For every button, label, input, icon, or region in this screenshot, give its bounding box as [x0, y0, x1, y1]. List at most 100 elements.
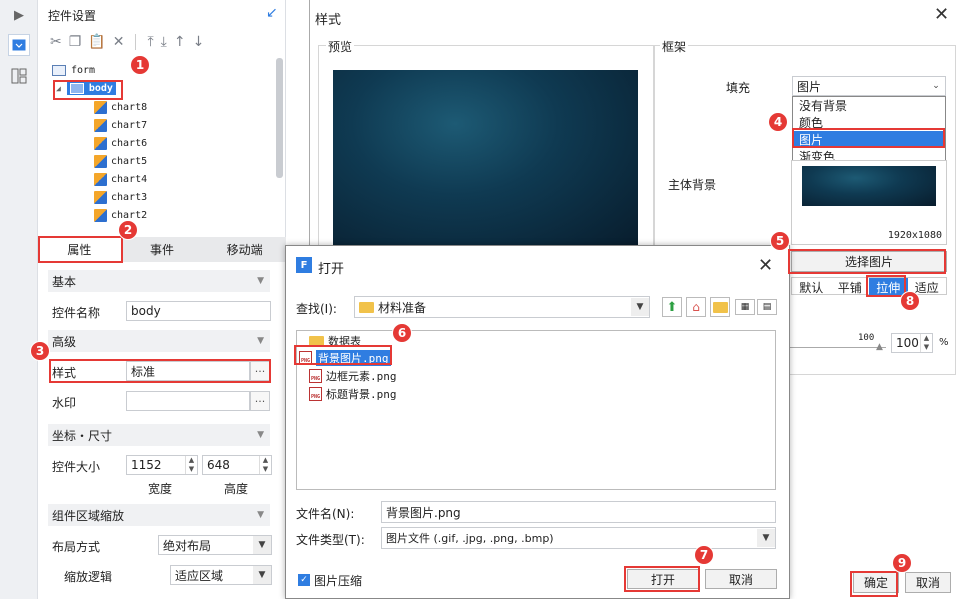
tree-item-chart5[interactable]: chart5 — [94, 152, 147, 170]
highlight-stretch — [866, 275, 906, 297]
watermark-label: 水印 — [52, 396, 77, 410]
move-top-icon[interactable]: ⤒ — [147, 34, 153, 50]
open-dialog-title: 打开 — [318, 262, 345, 277]
stepper-arrows-icon[interactable]: ▲ ▼ — [259, 456, 271, 474]
tree-scrollbar[interactable] — [276, 58, 283, 178]
look-in-select[interactable]: 材料准备 ▼ — [354, 296, 650, 318]
filetype-label: 文件类型(T): — [296, 533, 365, 547]
chart-icon — [94, 118, 107, 132]
list-view-icon[interactable]: ▦ — [735, 299, 755, 315]
new-folder-glyph — [712, 301, 728, 313]
layout-glyph — [11, 68, 27, 84]
tree-item-label: chart3 — [111, 191, 148, 203]
chevron-right-icon[interactable]: ▶ — [8, 4, 30, 26]
mode-default[interactable]: 默认 — [792, 278, 831, 296]
file-item[interactable]: PNG 边框元素.png — [309, 368, 397, 384]
highlight-body — [53, 80, 123, 100]
png-file-icon: PNG — [309, 387, 322, 401]
opacity-stepper[interactable]: 100 ▲ ▼ — [891, 333, 933, 353]
zoom-logic-label: 缩放逻辑 — [64, 570, 113, 584]
paste-icon[interactable]: 📋 — [88, 34, 105, 50]
chevron-down-icon: ▼ — [257, 276, 264, 286]
section-zoom[interactable]: 组件区域缩放 ▼ — [48, 504, 270, 526]
opacity-value: 100 — [896, 336, 919, 350]
height-value: 648 — [207, 458, 230, 472]
up-folder-icon[interactable]: ⬆ — [662, 297, 682, 317]
zoom-logic-value: 适应区域 — [175, 568, 224, 583]
filename-input[interactable]: 背景图片.png — [381, 501, 776, 523]
close-icon[interactable]: ✕ — [758, 255, 773, 276]
file-item[interactable]: PNG 标题背景.png — [309, 386, 397, 402]
tab-events[interactable]: 事件 — [121, 237, 204, 262]
highlight-properties-tab — [38, 236, 123, 263]
watermark-more-button[interactable]: ··· — [250, 391, 270, 411]
delete-icon[interactable]: ✕ — [113, 34, 125, 50]
opacity-slider-track[interactable] — [790, 347, 886, 348]
tree-item-chart8[interactable]: chart8 — [94, 98, 147, 116]
section-title: 组件区域缩放 — [52, 508, 125, 523]
close-icon[interactable]: ✕ — [934, 4, 949, 25]
tree-item-form[interactable]: form — [52, 61, 95, 79]
chart-icon — [94, 136, 107, 150]
zoom-logic-select[interactable]: 适应区域 ▼ — [170, 565, 272, 585]
fill-option-none[interactable]: 没有背景 — [793, 97, 945, 114]
mode-tile[interactable]: 平铺 — [831, 278, 870, 296]
move-down-icon[interactable]: ↓ — [193, 34, 205, 50]
main-bg-thumbnail: 1920x1080 — [791, 160, 947, 245]
section-advanced[interactable]: 高级 ▼ — [48, 330, 270, 352]
section-coord-size[interactable]: 坐标・尺寸 ▼ — [48, 424, 270, 446]
chevron-down-icon: ▼ — [253, 536, 271, 554]
copy-icon[interactable]: ❐ — [69, 34, 82, 50]
stepper-arrows-icon[interactable]: ▲ ▼ — [185, 456, 197, 474]
stepper-arrows-icon[interactable]: ▲ ▼ — [920, 334, 932, 352]
chevron-down-icon: ▼ — [257, 430, 264, 440]
callout-1: 1 — [130, 55, 150, 75]
fill-select[interactable]: 图片 ⌄ — [792, 76, 946, 96]
layout-select[interactable]: 绝对布局 ▼ — [158, 535, 272, 555]
look-in-value-wrap: 材料准备 — [359, 299, 426, 316]
cancel-button[interactable]: 取消 — [905, 572, 951, 593]
layout-icon[interactable] — [8, 65, 30, 87]
look-in-value: 材料准备 — [378, 300, 427, 315]
tree-item-chart3[interactable]: chart3 — [94, 188, 147, 206]
preview-label: 预览 — [326, 38, 355, 55]
section-basic[interactable]: 基本 ▼ — [48, 270, 270, 292]
tree-item-chart7[interactable]: chart7 — [94, 116, 147, 134]
width-stepper[interactable]: 1152 ▲ ▼ — [126, 455, 198, 475]
watermark-input[interactable] — [126, 391, 250, 411]
tree-item-label: form — [71, 64, 96, 76]
left-rail: ▶ — [0, 0, 38, 599]
collapse-arrow-icon[interactable]: ↙ — [266, 5, 278, 21]
toolbar-divider — [135, 34, 137, 50]
opacity-unit: % — [939, 337, 949, 348]
compress-checkbox[interactable]: ✓ — [298, 574, 310, 586]
highlight-image-option — [792, 128, 945, 148]
widget-name-input[interactable]: body — [126, 301, 271, 321]
callout-7: 7 — [694, 545, 714, 565]
filename-label: 文件名(N): — [296, 507, 355, 521]
tree-item-chart6[interactable]: chart6 — [94, 134, 147, 152]
tab-mobile[interactable]: 移动端 — [203, 237, 286, 262]
home-icon[interactable]: ⌂ — [686, 297, 706, 317]
cut-icon[interactable]: ✂ — [50, 34, 62, 50]
widget-settings-glyph — [12, 39, 26, 51]
move-bottom-icon[interactable]: ⤓ — [161, 34, 167, 50]
chevron-down-icon: ▼ — [253, 566, 271, 584]
cancel-button[interactable]: 取消 — [705, 569, 777, 589]
section-title: 坐标・尺寸 — [52, 428, 113, 443]
fill-label: 填充 — [726, 81, 751, 95]
opacity-slider-thumb[interactable]: ▲ — [876, 342, 883, 352]
tree-item-chart4[interactable]: chart4 — [94, 170, 147, 188]
tree-item-chart2[interactable]: chart2 — [94, 206, 147, 224]
tree-item-label: chart8 — [111, 101, 148, 113]
widget-settings-icon[interactable] — [8, 34, 30, 56]
callout-5: 5 — [770, 231, 790, 251]
details-view-icon[interactable]: ▤ — [757, 299, 777, 315]
move-up-icon[interactable]: ↑ — [174, 34, 186, 50]
frame-label: 框架 — [660, 38, 689, 55]
filetype-select[interactable]: 图片文件 (.gif, .jpg, .png, .bmp) ▼ — [381, 527, 776, 549]
callout-9: 9 — [892, 553, 912, 573]
new-folder-icon[interactable] — [710, 297, 730, 317]
height-stepper[interactable]: 648 ▲ ▼ — [202, 455, 272, 475]
chevron-down-icon: ▼ — [257, 336, 264, 346]
